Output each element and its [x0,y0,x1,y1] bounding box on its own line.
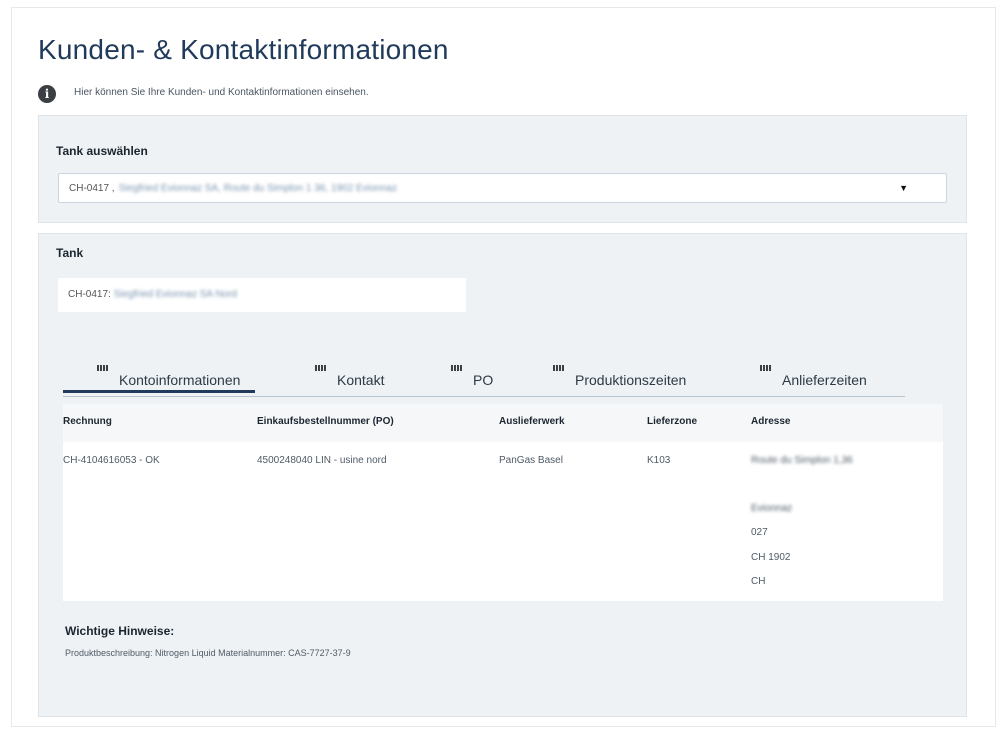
tab-label: Kontoinformationen [119,372,241,388]
cell-lieferzone: K103 [647,455,671,466]
notes-text: Produktbeschreibung: Nitrogen Liquid Mat… [65,648,351,658]
table-header: Rechnung Einkaufsbestellnummer (PO) Ausl… [63,404,943,442]
column-header-auslieferwerk: Auslieferwerk [499,416,565,427]
info-icon: i [38,85,56,103]
account-table: Rechnung Einkaufsbestellnummer (PO) Ausl… [63,404,943,601]
notes-title: Wichtige Hinweise: [65,624,175,638]
tab-icon [451,365,463,371]
address-country: CH [751,576,766,587]
column-header-lieferzone: Lieferzone [647,416,698,427]
info-text: Hier können Sie Ihre Kunden- und Kontakt… [74,87,369,98]
tab-produktionszeiten[interactable]: Produktionszeiten [553,364,686,394]
tank-select-panel: Tank auswählen CH-0417 , Siegfried Evion… [38,115,967,223]
tab-label: PO [473,372,494,388]
cell-po: 4500248040 LIN - usine nord [257,455,387,466]
tank-select-dropdown[interactable]: CH-0417 , Siegfried Evionnaz SA, Route d… [58,173,947,203]
address-city: Evionnaz [751,503,793,514]
tab-kontoinformationen[interactable]: Kontoinformationen [63,364,255,393]
tank-select-detail: Siegfried Evionnaz SA, Route du Simplon … [118,182,398,194]
tab-label: Anlieferzeiten [782,372,867,388]
address-street: Route du Simplon 1,36 [751,455,853,466]
cell-rechnung: CH-4104616053 - OK [63,455,160,466]
tank-select-label: Tank auswählen [56,144,148,158]
tab-kontakt[interactable]: Kontakt [315,364,384,394]
column-header-po: Einkaufsbestellnummer (PO) [257,416,394,427]
tab-icon [97,365,109,371]
tab-label: Produktionszeiten [575,372,687,388]
tank-panel: Tank CH-0417: Siegfried Evionnaz SA Nord… [38,233,967,717]
tab-icon [553,365,565,371]
cell-auslieferwerk: PanGas Basel [499,455,563,466]
column-header-adresse: Adresse [751,416,791,427]
tank-label: Tank [56,246,84,260]
tank-field: CH-0417: Siegfried Evionnaz SA Nord [58,278,466,312]
tank-field-name: Siegfried Evionnaz SA Nord [113,289,237,300]
tab-po[interactable]: PO [451,364,493,394]
info-row: i Hier können Sie Ihre Kunden- und Konta… [38,82,369,103]
address-zip: CH 1902 [751,552,791,563]
tab-label: Kontakt [337,372,385,388]
tab-bar: Kontoinformationen Kontakt PO Produktion… [63,364,905,397]
address-code: 027 [751,527,768,538]
tank-field-prefix: CH-0417: [68,289,111,300]
tank-select-id: CH-0417 , [69,182,115,194]
chevron-down-icon[interactable]: ▼ [899,183,908,193]
column-header-rechnung: Rechnung [63,416,112,427]
tab-icon [315,365,327,371]
tab-anlieferzeiten[interactable]: Anlieferzeiten [760,364,867,394]
page-title: Kunden- & Kontaktinformationen [38,34,449,65]
tab-icon [760,365,772,371]
